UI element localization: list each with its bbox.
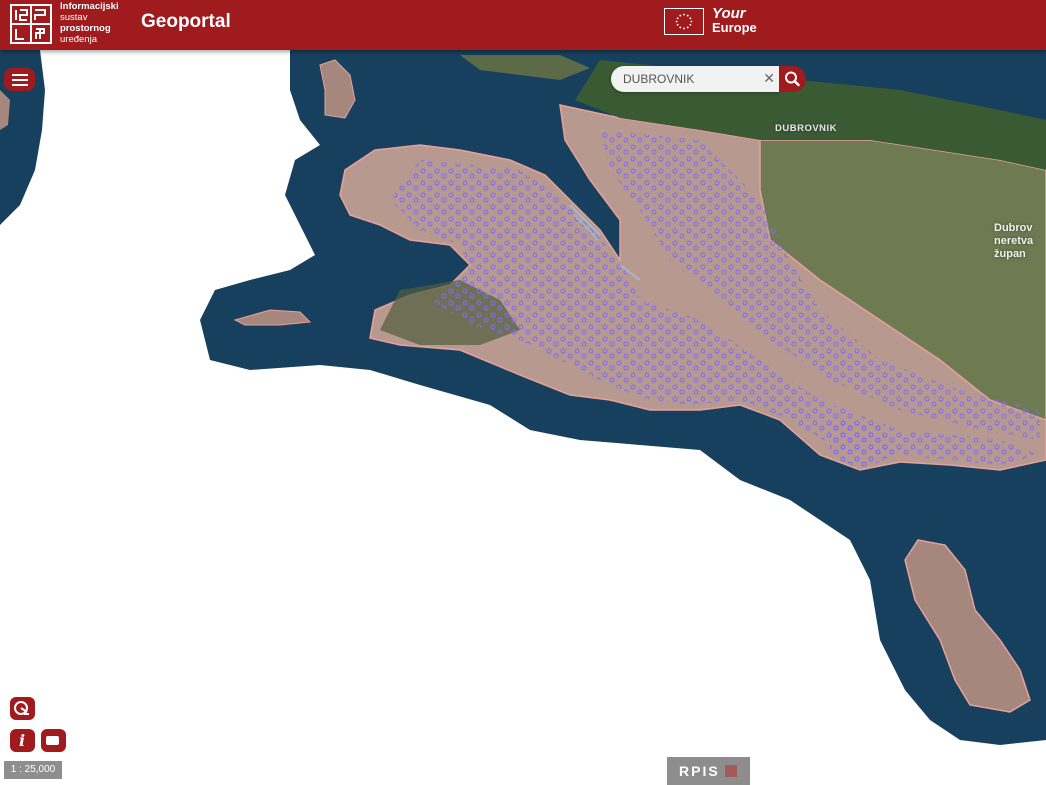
video-button[interactable]	[40, 728, 67, 753]
eu-flag-icon[interactable]	[664, 8, 704, 35]
map-place-label: DUBROVNIK	[775, 123, 838, 134]
measure-icon	[14, 701, 29, 715]
rpis-logo-mark	[725, 765, 737, 777]
scale-indicator: 1 : 25,000	[4, 761, 62, 779]
measure-button[interactable]	[9, 696, 36, 721]
your-europe-line-2: Europe	[712, 20, 757, 35]
search-button[interactable]	[779, 66, 806, 92]
county-label-line-2: neretva	[994, 235, 1034, 247]
hamburger-menu-icon	[12, 74, 28, 76]
search-icon	[785, 71, 800, 87]
video-camera-icon	[46, 736, 59, 745]
ispu-logo-icon[interactable]	[10, 4, 52, 44]
county-label: Dubrov neretva župan	[994, 222, 1033, 261]
search-box: ✕	[611, 66, 779, 92]
close-icon[interactable]: ✕	[763, 70, 775, 87]
county-label-line-1: Dubrov	[994, 222, 1033, 234]
rpis-logo[interactable]: RPIS	[667, 757, 750, 785]
ispu-logo-text: Informacijski sustav prostornog uređenja	[60, 1, 119, 45]
app-title[interactable]: Geoportal	[141, 11, 231, 33]
hamburger-menu-button[interactable]	[4, 68, 35, 91]
logo-line-1: Informacijski	[60, 1, 119, 12]
logo-line-4: uređenja	[60, 34, 97, 45]
your-europe-line-1: Your	[712, 5, 746, 22]
your-europe-logo[interactable]: Your Europe	[712, 5, 757, 35]
info-icon: i	[19, 731, 25, 750]
hamburger-menu-icon-bar	[12, 79, 28, 81]
svg-text:i: i	[19, 731, 25, 750]
county-label-line-3: župan	[994, 248, 1026, 260]
rpis-logo-text: RPIS	[679, 763, 720, 779]
search-input[interactable]	[623, 70, 758, 88]
info-button[interactable]: i	[9, 728, 36, 753]
logo-line-3: prostornog	[60, 23, 111, 34]
top-bar: Informacijski sustav prostornog uređenja…	[0, 0, 1046, 50]
map-canvas[interactable]	[0, 50, 1046, 785]
hamburger-menu-icon-bar	[12, 84, 28, 86]
logo-line-2: sustav	[60, 12, 88, 23]
